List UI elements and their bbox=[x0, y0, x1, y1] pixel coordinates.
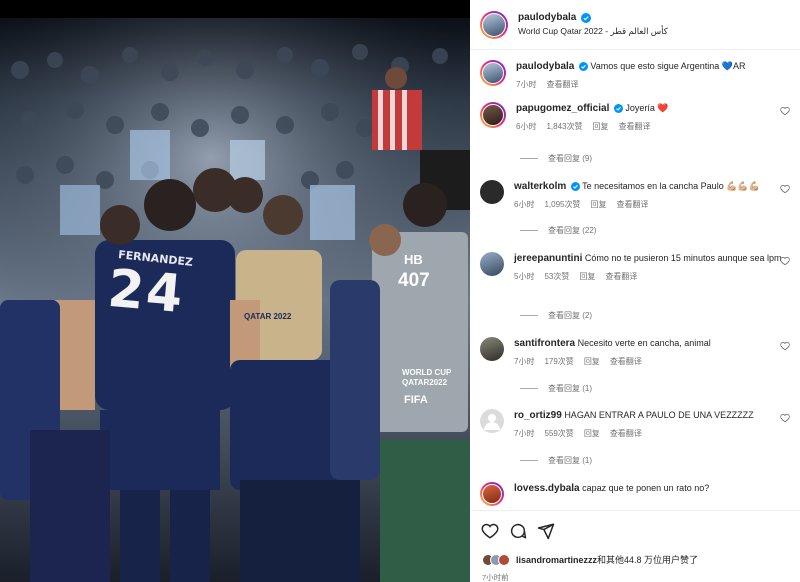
comment-likes[interactable]: 559次赞 bbox=[544, 428, 573, 440]
post-timestamp[interactable]: 7小时前 bbox=[482, 572, 509, 582]
comment-likes[interactable]: 179次赞 bbox=[544, 356, 573, 368]
liker-avatar bbox=[498, 553, 510, 566]
comment-text: Cómo no te pusieron 15 minutos aunque se… bbox=[584, 253, 782, 263]
shirt-text: QATAR 2022 bbox=[244, 312, 292, 321]
jersey-number: 24 bbox=[105, 258, 187, 326]
liker-username[interactable]: lisandromartinezzz bbox=[516, 555, 597, 565]
view-replies-button[interactable]: 查看回复 (2) bbox=[520, 310, 592, 321]
verified-badge-icon bbox=[570, 182, 580, 192]
commenter-username[interactable]: santifrontera bbox=[514, 338, 575, 349]
share-send-icon[interactable] bbox=[537, 522, 555, 540]
comment-likes[interactable]: 1,095次赞 bbox=[544, 199, 580, 211]
comment-time[interactable]: 6小时 bbox=[516, 121, 536, 133]
comment-item: ro_ortiz99 HAGAN ENTRAR A PAULO DE UNA V… bbox=[480, 409, 790, 440]
comment-item: jereepanuntini Cómo no te pusieron 15 mi… bbox=[480, 252, 790, 283]
bib-fifa: FIFA bbox=[404, 394, 428, 406]
commenter-avatar[interactable] bbox=[480, 60, 506, 86]
commenter-avatar[interactable] bbox=[480, 482, 504, 506]
see-translation-link[interactable]: 查看翻译 bbox=[616, 199, 648, 211]
reply-button[interactable]: 回复 bbox=[592, 121, 608, 133]
comment-time[interactable]: 7小时 bbox=[514, 356, 534, 368]
comment-time[interactable]: 5小时 bbox=[514, 271, 534, 283]
post-action-bar bbox=[470, 510, 800, 550]
verified-badge-icon bbox=[613, 104, 623, 114]
view-replies-button[interactable]: 查看回复 (1) bbox=[520, 455, 592, 466]
reply-button[interactable]: 回复 bbox=[579, 271, 595, 283]
comment-item: paulodybala Vamos que esto sigue Argenti… bbox=[480, 60, 790, 91]
bib-text: HB bbox=[404, 252, 423, 267]
bib-wc-line1: WORLD CUP bbox=[402, 368, 452, 377]
view-replies-button[interactable]: 查看回复 (22) bbox=[520, 225, 596, 236]
commenter-avatar[interactable] bbox=[480, 102, 506, 128]
commenter-avatar[interactable] bbox=[480, 409, 504, 433]
comments-list[interactable]: paulodybala Vamos que esto sigue Argenti… bbox=[470, 52, 800, 510]
post-header: paulodybala World Cup Qatar 2022 - كأس ا… bbox=[470, 0, 800, 50]
reply-button[interactable]: 回复 bbox=[584, 356, 600, 368]
see-translation-link[interactable]: 查看翻译 bbox=[546, 79, 578, 91]
comment-text: capaz que te ponen un rato no? bbox=[582, 483, 710, 493]
comment-item: lovess.dybala capaz que te ponen un rato… bbox=[480, 482, 790, 506]
comment-text: Vamos que esto sigue Argentina 💙AR bbox=[590, 61, 746, 71]
author-username[interactable]: paulodybala bbox=[518, 12, 576, 23]
verified-badge-icon bbox=[578, 62, 588, 72]
likes-count-text[interactable]: 和其他44.8 万位用户赞了 bbox=[597, 553, 698, 566]
comment-time[interactable]: 7小时 bbox=[514, 428, 534, 440]
commenter-username[interactable]: papugomez_official bbox=[516, 103, 609, 114]
default-avatar-icon bbox=[484, 414, 500, 430]
comment-text: Joyería ❤️ bbox=[625, 103, 669, 113]
see-translation-link[interactable]: 查看翻译 bbox=[610, 428, 642, 440]
comment-like-icon[interactable] bbox=[780, 341, 790, 351]
comment-bubble-icon[interactable] bbox=[509, 522, 527, 540]
comment-likes[interactable]: 1,843次赞 bbox=[546, 121, 582, 133]
commenter-username[interactable]: jereepanuntini bbox=[514, 253, 582, 264]
comment-item: santifrontera Necesito verte en cancha, … bbox=[480, 337, 790, 368]
commenter-username[interactable]: walterkolm bbox=[514, 181, 566, 192]
commenter-username[interactable]: lovess.dybala bbox=[514, 483, 580, 494]
verified-badge-icon bbox=[580, 12, 591, 23]
instagram-post-view: FERNANDEZ 24 QATAR 2022 HB 407 WORLD CUP… bbox=[0, 0, 800, 582]
see-translation-link[interactable]: 查看翻译 bbox=[618, 121, 650, 133]
bib-number: 407 bbox=[398, 270, 430, 291]
comment-like-icon[interactable] bbox=[780, 106, 790, 116]
comment-like-icon[interactable] bbox=[780, 256, 790, 266]
bib-wc-line2: QATAR2022 bbox=[402, 378, 448, 387]
commenter-avatar[interactable] bbox=[480, 180, 504, 204]
view-replies-button[interactable]: 查看回复 (1) bbox=[520, 383, 592, 394]
see-translation-link[interactable]: 查看翻译 bbox=[610, 356, 642, 368]
comment-time[interactable]: 7小时 bbox=[516, 79, 536, 91]
reply-button[interactable]: 回复 bbox=[584, 428, 600, 440]
comment-text: HAGAN ENTRAR A PAULO DE UNA VEZZZZZ bbox=[564, 410, 754, 420]
see-translation-link[interactable]: 查看翻译 bbox=[605, 271, 637, 283]
post-photo[interactable]: FERNANDEZ 24 QATAR 2022 HB 407 WORLD CUP… bbox=[0, 0, 470, 582]
post-location[interactable]: World Cup Qatar 2022 - كأس العالم قطر bbox=[518, 26, 668, 37]
post-side-panel: paulodybala World Cup Qatar 2022 - كأس ا… bbox=[470, 0, 800, 582]
commenter-avatar[interactable] bbox=[480, 252, 504, 276]
comment-likes[interactable]: 53次赞 bbox=[544, 271, 569, 283]
author-avatar[interactable] bbox=[480, 10, 508, 39]
likes-summary[interactable]: lisandromartinezzz 和其他44.8 万位用户赞了 bbox=[482, 553, 698, 566]
like-heart-icon[interactable] bbox=[481, 522, 499, 540]
comment-item: papugomez_official Joyería ❤️ 6小时 1,843次赞… bbox=[480, 102, 790, 133]
comment-text: Te necesitamos en la cancha Paulo 💪🏼💪🏼💪🏼 bbox=[582, 181, 760, 191]
commenter-username[interactable]: ro_ortiz99 bbox=[514, 410, 562, 421]
commenter-username[interactable]: paulodybala bbox=[516, 61, 574, 72]
commenter-avatar[interactable] bbox=[480, 337, 504, 361]
comment-text: Necesito verte en cancha, animal bbox=[577, 338, 711, 348]
comment-like-icon[interactable] bbox=[780, 184, 790, 194]
comment-like-icon[interactable] bbox=[780, 413, 790, 423]
comment-time[interactable]: 6小时 bbox=[514, 199, 534, 211]
comment-item: walterkolm Te necesitamos en la cancha P… bbox=[480, 180, 790, 211]
view-replies-button[interactable]: 查看回复 (9) bbox=[520, 153, 592, 164]
reply-button[interactable]: 回复 bbox=[590, 199, 606, 211]
